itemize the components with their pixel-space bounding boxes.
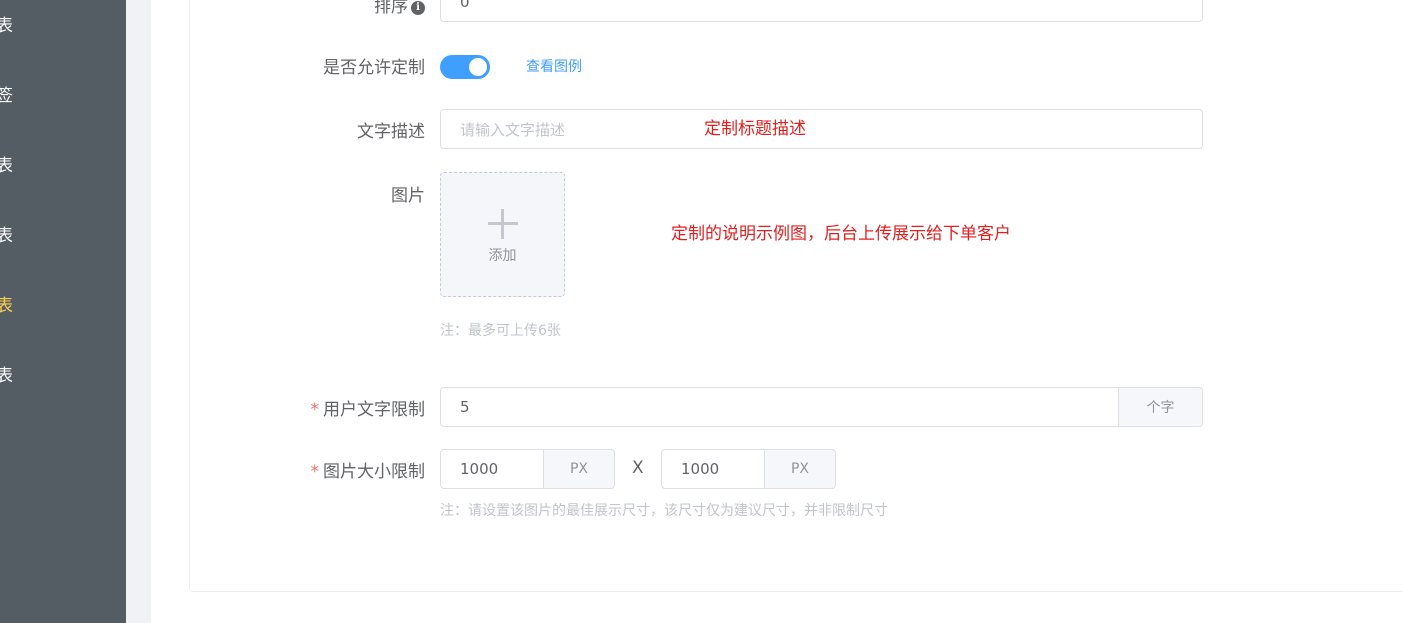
sidebar-item-1[interactable]: 表 [0, 6, 126, 46]
upload-add-label: 添加 [488, 248, 517, 264]
info-icon[interactable]: i [411, 1, 425, 15]
image-size-note: 注：请设置该图片的最佳展示尺寸，该尺寸仅为建议尺寸，并非限制尺寸 [440, 503, 888, 519]
view-example-link[interactable]: 查看图例 [526, 56, 582, 76]
sidebar-item-label: 表 [0, 366, 13, 386]
sort-label: 排序 i [374, 0, 425, 17]
sidebar-item-label: 表 [0, 226, 13, 246]
content-gutter [126, 0, 151, 623]
image-note: 注：最多可上传6张 [440, 323, 561, 339]
sidebar-item-5-active[interactable]: 表 [0, 286, 126, 326]
image-size-limit-label: * 图片大小限制 [310, 462, 426, 482]
user-text-limit-label: * 用户文字限制 [310, 400, 426, 420]
image-label: 图片 [391, 186, 425, 206]
switch-knob [469, 58, 487, 76]
user-text-limit-input[interactable]: 5 [440, 387, 1119, 427]
sidebar-item-label: 表 [0, 296, 13, 316]
sidebar-item-6[interactable]: 表 [0, 356, 126, 396]
sidebar-item-label: 表 [0, 156, 13, 176]
allow-custom-switch[interactable] [440, 55, 490, 79]
text-desc-label: 文字描述 [357, 122, 425, 142]
sidebar-item-3[interactable]: 表 [0, 146, 126, 186]
main-content: 排序 i 0 是否允许定制 查看图例 文字描述 请输入文字描述 定制标题描述 图片… [151, 0, 1403, 623]
image-height-unit: PX [765, 449, 836, 489]
sidebar-item-4[interactable]: 表 [0, 216, 126, 256]
image-height-group: 1000 PX [661, 449, 836, 489]
image-annotation: 定制的说明示例图，后台上传展示给下单客户 [671, 224, 1011, 244]
image-width-group: 1000 PX [440, 449, 615, 489]
user-text-limit-unit: 个字 [1119, 387, 1203, 427]
sort-input[interactable]: 0 [440, 0, 1203, 22]
text-desc-input[interactable]: 请输入文字描述 [440, 109, 1203, 149]
plus-icon [488, 209, 518, 239]
image-width-unit: PX [544, 449, 615, 489]
image-height-input[interactable]: 1000 [661, 449, 765, 489]
sidebar: 表 签 表 表 表 表 [0, 0, 126, 623]
sidebar-item-label: 签 [0, 86, 13, 106]
text-desc-annotation: 定制标题描述 [704, 119, 806, 139]
image-upload-button[interactable]: 添加 [440, 172, 565, 297]
allow-custom-label: 是否允许定制 [323, 58, 425, 78]
image-width-input[interactable]: 1000 [440, 449, 544, 489]
sidebar-item-label: 表 [0, 16, 13, 36]
sidebar-item-2[interactable]: 签 [0, 76, 126, 116]
user-text-limit-group: 5 个字 [440, 387, 1203, 427]
times-sign: X [632, 458, 644, 478]
